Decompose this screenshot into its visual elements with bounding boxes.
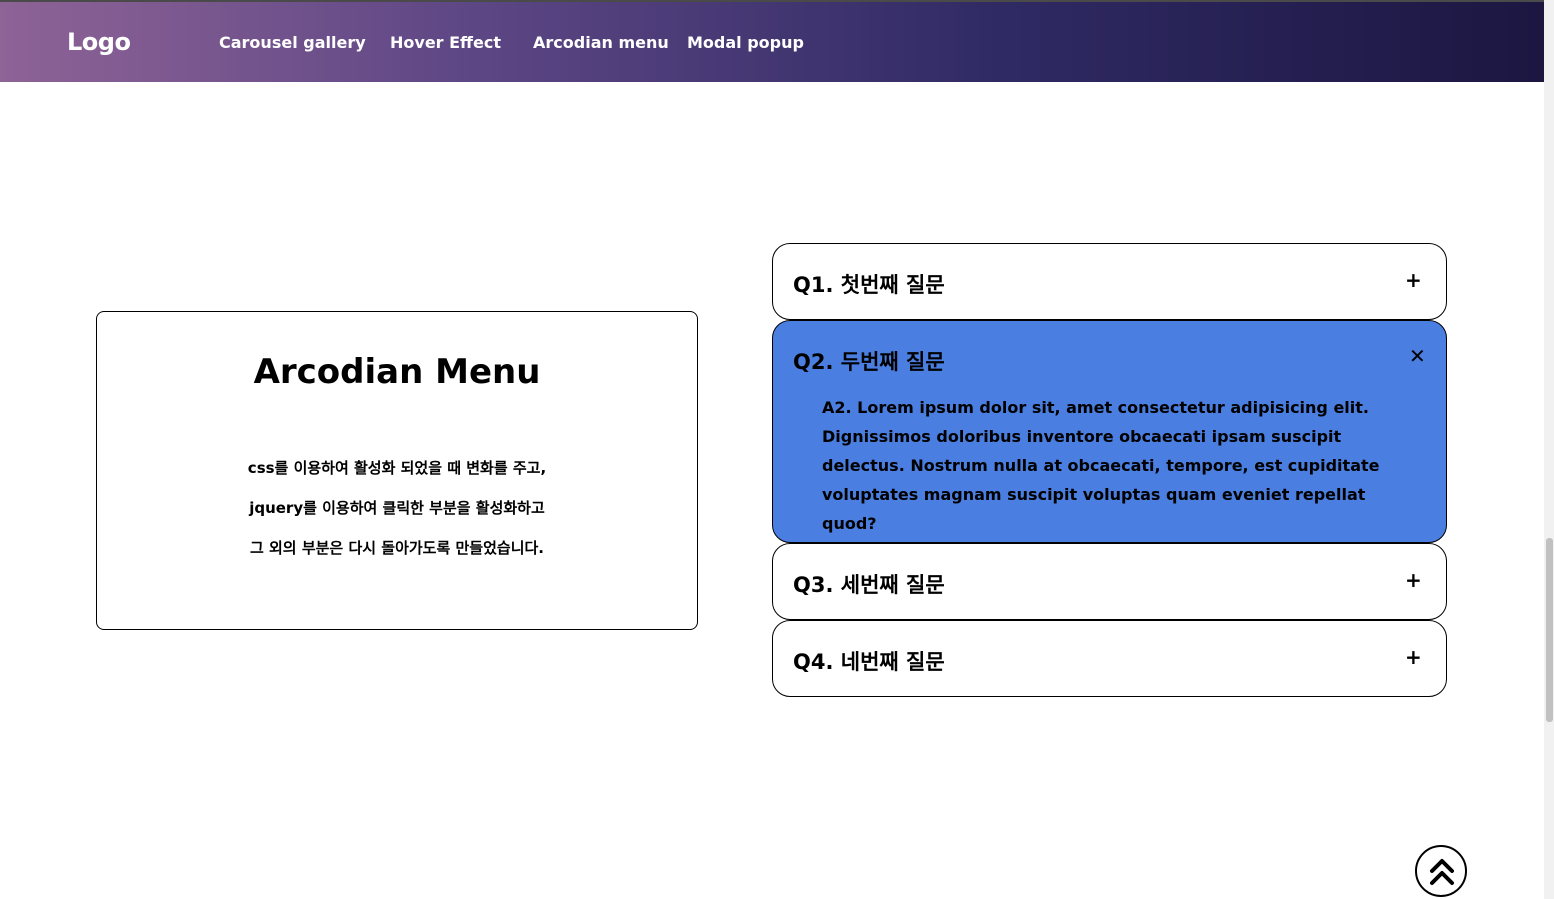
double-chevron-up-icon	[1430, 859, 1454, 885]
nav-item-arcodian-menu[interactable]: Arcodian menu	[533, 33, 669, 52]
top-navbar: Logo Carousel gallery Hover Effect Arcod…	[0, 2, 1544, 82]
logo-link[interactable]: Logo	[67, 28, 131, 56]
close-icon[interactable]: ✕	[1409, 344, 1426, 368]
info-title: Arcodian Menu	[253, 352, 541, 392]
info-description-line: jquery를 이용하여 클릭한 부분을 활성화하고	[249, 499, 545, 517]
accordion-question[interactable]: Q4. 네번째 질문	[793, 646, 945, 676]
accordion-question[interactable]: Q1. 첫번째 질문	[793, 269, 945, 299]
plus-icon[interactable]: +	[1405, 645, 1422, 669]
plus-icon[interactable]: +	[1405, 568, 1422, 592]
nav-item-modal-popup[interactable]: Modal popup	[687, 33, 804, 52]
scrollbar-thumb[interactable]	[1546, 538, 1553, 722]
info-card: Arcodian Menu css를 이용하여 활성화 되었을 때 변화를 주고…	[96, 311, 698, 630]
accordion-question[interactable]: Q2. 두번째 질문	[793, 346, 945, 376]
info-description-line: 그 외의 부분은 다시 돌아가도록 만들었습니다.	[249, 539, 544, 557]
plus-icon[interactable]: +	[1405, 268, 1422, 292]
accordion-item-q1[interactable]: Q1. 첫번째 질문 +	[772, 243, 1447, 320]
scroll-to-top-button[interactable]	[1415, 845, 1467, 897]
accordion-answer: A2. Lorem ipsum dolor sit, amet consecte…	[822, 398, 1380, 533]
accordion-item-q4[interactable]: Q4. 네번째 질문 +	[772, 620, 1447, 697]
accordion-item-q3[interactable]: Q3. 세번째 질문 +	[772, 543, 1447, 620]
nav-item-carousel-gallery[interactable]: Carousel gallery	[219, 33, 366, 52]
nav-item-hover-effect[interactable]: Hover Effect	[390, 33, 501, 52]
info-description-line: css를 이용하여 활성화 되었을 때 변화를 주고,	[247, 459, 547, 477]
accordion-question[interactable]: Q3. 세번째 질문	[793, 569, 945, 599]
scrollbar-track[interactable]	[1544, 0, 1554, 899]
accordion-item-q2[interactable]: Q2. 두번째 질문 ✕ A2. Lorem ipsum dolor sit, …	[772, 320, 1447, 543]
